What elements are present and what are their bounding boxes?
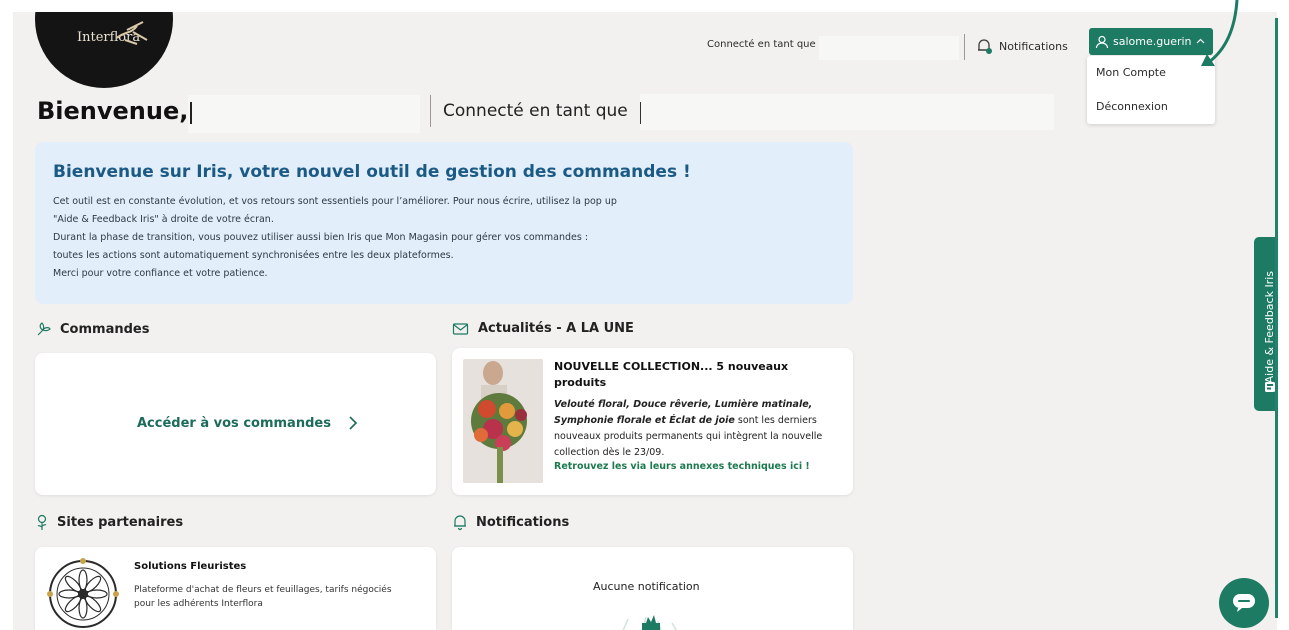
welcome-heading: Bienvenue,	[37, 97, 189, 125]
banner-line: Merci pour votre confiance et votre pati…	[53, 268, 268, 279]
bouquet-image	[463, 359, 543, 483]
flower-icon	[37, 514, 47, 530]
header-divider	[964, 34, 965, 60]
text-cursor	[640, 102, 641, 124]
logo-figure-icon	[116, 21, 148, 45]
notifications-label: Notifications	[999, 39, 1068, 53]
notifications-heading-label: Notifications	[476, 515, 570, 530]
news-card[interactable]: NOUVELLE COLLECTION... 5 nouveaux produi…	[452, 348, 853, 495]
chat-button[interactable]	[1219, 578, 1269, 628]
orders-heading-label: Commandes	[60, 322, 150, 337]
orders-card: Accéder à vos commandes	[35, 353, 436, 495]
bell-icon	[978, 39, 992, 54]
news-heading-label: Actualités - A LA UNE	[478, 321, 634, 336]
welcome-connected-label: Connecté en tant que	[443, 101, 628, 121]
solutions-fleuristes-logo	[47, 558, 119, 628]
feedback-tab[interactable]: Aide & Feedback Iris	[1254, 237, 1277, 411]
scrollbar-track[interactable]	[1275, 18, 1278, 618]
no-notifications-text: Aucune notification	[593, 580, 700, 593]
envelope-icon	[452, 323, 469, 335]
banner-line: Cet outil est en constante évolution, et…	[53, 196, 617, 207]
welcome-divider	[430, 95, 431, 127]
header-redacted-name	[819, 36, 959, 60]
notifications-heading: Notifications	[452, 514, 569, 531]
menu-item-account[interactable]: Mon Compte	[1096, 66, 1166, 79]
chat-icon	[1233, 594, 1255, 612]
username-label: salome.guerin	[1113, 35, 1192, 48]
welcome-redacted-name	[188, 95, 420, 133]
user-icon	[1095, 35, 1109, 48]
news-body: Velouté floral, Douce rêverie, Lumière m…	[554, 397, 846, 461]
partner-description: Plateforme d'achat de fleurs et feuillag…	[134, 585, 392, 609]
banner-line: "Aide & Feedback Iris" à droite de votre…	[53, 214, 274, 225]
chevron-right-icon	[349, 416, 358, 430]
welcome-banner: Bienvenue sur Iris, votre nouvel outil d…	[35, 142, 853, 304]
banner-line: Durant la phase de transition, vous pouv…	[53, 232, 589, 243]
header-connected-label: Connecté en tant que	[707, 39, 816, 50]
banner-title: Bienvenue sur Iris, votre nouvel outil d…	[53, 162, 691, 182]
interflora-logo[interactable]: Interflora	[35, 12, 173, 88]
news-heading: Actualités - A LA UNE	[452, 321, 634, 336]
notifications-button[interactable]: Notifications	[975, 37, 1068, 55]
text-cursor	[190, 102, 192, 124]
partners-heading: Sites partenaires	[35, 514, 183, 531]
news-link[interactable]: Retrouvez les via leurs annexes techniqu…	[554, 461, 810, 472]
orders-link[interactable]: Accéder à vos commandes	[137, 415, 359, 431]
orders-link-label: Accéder à vos commandes	[137, 415, 331, 431]
partners-card[interactable]: Solutions Fleuristes Plateforme d'achat …	[35, 547, 436, 630]
empty-state-illustration	[622, 615, 678, 630]
notifications-card: Aucune notification	[452, 547, 853, 630]
bouquet-icon	[37, 322, 51, 336]
bouquet-illustration	[463, 359, 543, 483]
orders-heading: Commandes	[35, 321, 149, 338]
app-frame: Interflora Connecté en tant que Notifica…	[13, 12, 1277, 630]
partner-title: Solutions Fleuristes	[134, 561, 247, 572]
menu-item-logout[interactable]: Déconnexion	[1096, 100, 1168, 113]
connected-redacted-name	[640, 94, 1054, 130]
banner-line: toutes les actions sont automatiquement …	[53, 250, 454, 261]
annotation-arrow-icon	[1201, 0, 1239, 66]
bell-icon	[454, 515, 466, 531]
news-title: NOUVELLE COLLECTION... 5 nouveaux produi…	[554, 360, 789, 389]
partners-heading-label: Sites partenaires	[57, 515, 184, 530]
